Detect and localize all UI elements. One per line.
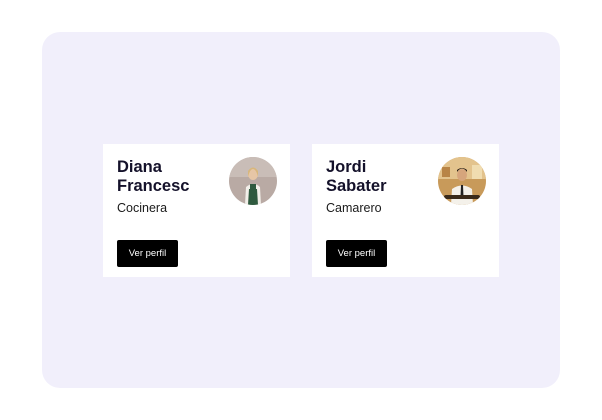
waiter-photo-icon — [438, 157, 486, 205]
profile-role: Camarero — [326, 201, 382, 215]
view-profile-button[interactable]: Ver perfil — [117, 240, 178, 267]
content-panel: Diana Francesc Cocinera Ver perfil Jordi… — [42, 32, 560, 388]
profile-card-diana: Diana Francesc Cocinera Ver perfil — [103, 144, 290, 277]
view-profile-button[interactable]: Ver perfil — [326, 240, 387, 267]
profile-name: Diana Francesc — [117, 158, 190, 195]
avatar — [229, 157, 277, 205]
profile-card-jordi: Jordi Sabater Camarero Ver perfil — [312, 144, 499, 277]
profile-role: Cocinera — [117, 201, 168, 215]
woman-in-apron-photo-icon — [229, 157, 277, 205]
avatar — [438, 157, 486, 205]
profile-name: Jordi Sabater — [326, 158, 387, 195]
